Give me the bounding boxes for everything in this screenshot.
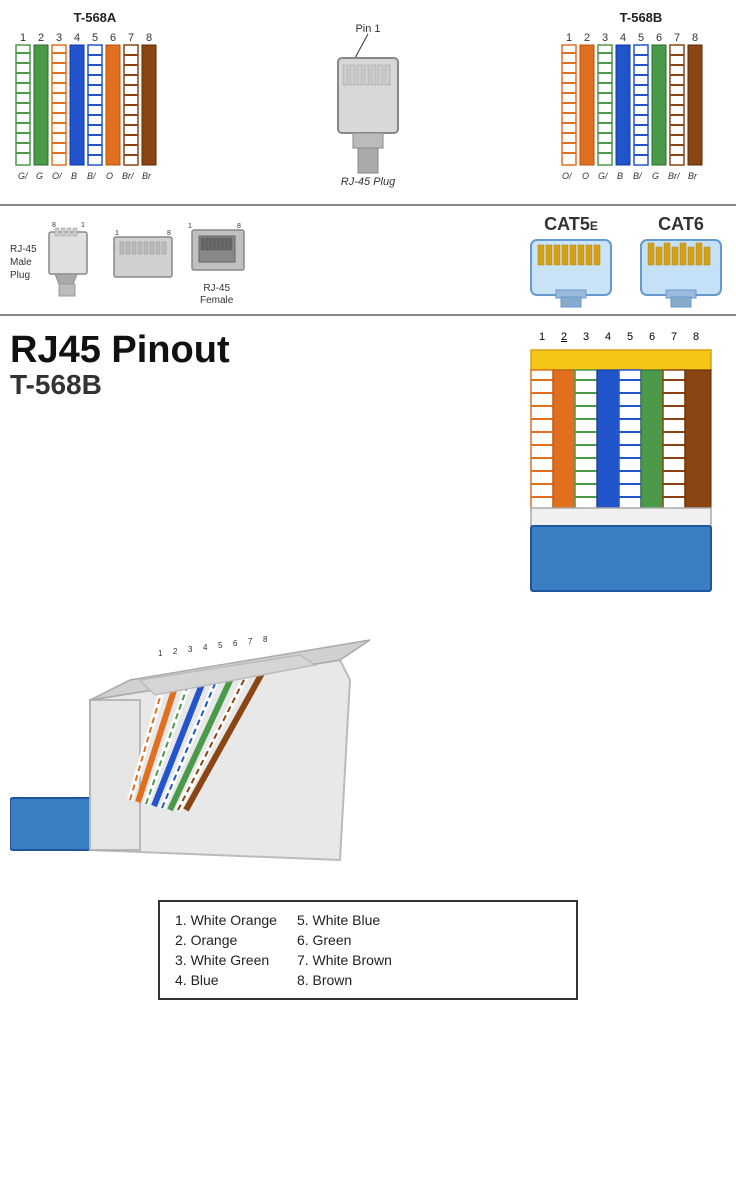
cat5e-item: CAT5E bbox=[526, 214, 616, 310]
svg-text:1: 1 bbox=[81, 222, 85, 229]
right-wire-diagram: 1 2 3 4 5 6 7 8 bbox=[526, 331, 726, 600]
cat5e-svg bbox=[526, 235, 616, 310]
svg-text:7: 7 bbox=[128, 32, 134, 44]
t568a-svg: 1 2 3 4 5 6 7 8 bbox=[10, 29, 180, 204]
svg-text:Br: Br bbox=[142, 171, 152, 181]
legend-col-right: 5. White Blue 6. Green 7 7. White Brown … bbox=[297, 912, 392, 988]
svg-text:Br/: Br/ bbox=[122, 171, 135, 181]
svg-text:G/: G/ bbox=[598, 171, 609, 181]
cat6-item: CAT6 bbox=[636, 214, 726, 310]
svg-text:8: 8 bbox=[146, 32, 152, 44]
svg-text:B/: B/ bbox=[633, 171, 643, 181]
svg-text:1: 1 bbox=[158, 649, 163, 658]
right-wire-diagram-svg bbox=[526, 345, 726, 595]
pinout-title-block: RJ45 Pinout T-568B bbox=[10, 331, 230, 401]
svg-text:Pin 1: Pin 1 bbox=[355, 23, 380, 35]
t568b-title: T-568B bbox=[620, 10, 663, 25]
svg-text:2: 2 bbox=[38, 32, 44, 44]
svg-text:8: 8 bbox=[52, 222, 56, 229]
top-section: T-568A 1 2 3 4 5 6 7 8 bbox=[0, 0, 736, 206]
svg-text:Br: Br bbox=[688, 171, 698, 181]
svg-text:B/: B/ bbox=[87, 171, 97, 181]
svg-text:6: 6 bbox=[656, 32, 662, 44]
svg-text:8: 8 bbox=[237, 223, 241, 230]
legend-item-4: 4. Blue bbox=[175, 972, 277, 988]
svg-text:7: 7 bbox=[248, 637, 253, 646]
svg-text:1: 1 bbox=[188, 223, 192, 230]
cat-section: CAT5E CAT6 bbox=[526, 214, 726, 310]
pinout-subtitle: T-568B bbox=[10, 369, 230, 401]
svg-text:1: 1 bbox=[115, 230, 119, 237]
legend-item-8: 8. Brown bbox=[297, 972, 392, 988]
legend-col-left: 1. White Orange 2. Orange 3. White Green… bbox=[175, 912, 277, 988]
legend-item-1: 1. White Orange bbox=[175, 912, 277, 928]
cat6-title: CAT6 bbox=[658, 214, 704, 235]
legend-item-5: 5. White Blue bbox=[297, 912, 392, 928]
svg-text:2: 2 bbox=[584, 32, 590, 44]
plug-front-view-svg: 1 8 bbox=[112, 222, 177, 302]
rj45-plug-center: Pin 1 RJ-45 Plug bbox=[313, 20, 423, 190]
svg-text:4: 4 bbox=[74, 32, 80, 44]
svg-text:8: 8 bbox=[692, 32, 698, 44]
svg-text:G: G bbox=[36, 171, 43, 181]
rj45-female-label: RJ-45Female bbox=[200, 283, 233, 307]
svg-text:6: 6 bbox=[233, 639, 238, 648]
big-connector-illustration: 1 2 3 4 5 6 7 8 bbox=[10, 580, 726, 890]
svg-text:O: O bbox=[106, 171, 113, 181]
svg-text:5: 5 bbox=[638, 32, 644, 44]
svg-text:B: B bbox=[617, 171, 623, 181]
svg-text:5: 5 bbox=[218, 641, 223, 650]
cat6-svg bbox=[636, 235, 726, 310]
cat5e-title: CAT5E bbox=[544, 214, 598, 235]
connectors-section: RJ-45MalePlug 8 1 1 8 bbox=[0, 206, 736, 316]
svg-text:3: 3 bbox=[188, 645, 193, 654]
svg-text:4: 4 bbox=[620, 32, 626, 44]
svg-text:8: 8 bbox=[263, 635, 268, 644]
plug-side-view-svg: 8 1 bbox=[47, 222, 102, 302]
legend-item-7-text: 7. White Brown bbox=[297, 952, 392, 968]
svg-text:1: 1 bbox=[566, 32, 572, 44]
pinout-title: RJ45 Pinout bbox=[10, 331, 230, 369]
svg-text:G: G bbox=[652, 171, 659, 181]
svg-text:4: 4 bbox=[203, 643, 208, 652]
right-pin-numbers-row: 1 2 3 4 5 6 7 8 bbox=[526, 331, 726, 343]
svg-text:O/: O/ bbox=[562, 171, 573, 181]
pinout-header-area: RJ45 Pinout T-568B 1 2 3 4 5 6 7 8 bbox=[10, 331, 726, 600]
rj45-female-item: 1 8 RJ-45Female bbox=[187, 218, 247, 307]
svg-text:2: 2 bbox=[173, 647, 178, 656]
svg-text:O: O bbox=[582, 171, 589, 181]
legend-box: 1. White Orange 2. Orange 3. White Green… bbox=[158, 900, 578, 1000]
svg-text:8: 8 bbox=[167, 230, 171, 237]
rj45-female-svg: 1 8 bbox=[187, 218, 247, 283]
big-rj45-svg: 1 2 3 4 5 6 7 8 bbox=[10, 580, 370, 890]
svg-text:6: 6 bbox=[110, 32, 116, 44]
svg-text:7: 7 bbox=[674, 32, 680, 44]
legend-item-6: 6. Green bbox=[297, 932, 392, 948]
svg-text:5: 5 bbox=[92, 32, 98, 44]
svg-text:3: 3 bbox=[56, 32, 62, 44]
rj45-male-label: RJ-45MalePlug bbox=[10, 243, 37, 282]
svg-text:Br/: Br/ bbox=[668, 171, 681, 181]
wiring-diagrams: T-568A 1 2 3 4 5 6 7 8 bbox=[10, 10, 726, 204]
bottom-section: RJ45 Pinout T-568B 1 2 3 4 5 6 7 8 bbox=[0, 316, 736, 1025]
rj45-plug-svg: Pin 1 RJ-45 Plug bbox=[313, 20, 423, 190]
svg-text:B: B bbox=[71, 171, 77, 181]
svg-text:O/: O/ bbox=[52, 171, 63, 181]
svg-text:3: 3 bbox=[602, 32, 608, 44]
legend-item-3: 3. White Green bbox=[175, 952, 277, 968]
svg-text:G/: G/ bbox=[18, 171, 29, 181]
legend-item-2: 2. Orange bbox=[175, 932, 277, 948]
svg-text:RJ-45 Plug: RJ-45 Plug bbox=[341, 176, 396, 188]
t568a-title: T-568A bbox=[74, 10, 117, 25]
t568b-svg: 1 2 3 4 5 6 7 8 bbox=[556, 29, 726, 204]
t568a-diagram: T-568A 1 2 3 4 5 6 7 8 bbox=[10, 10, 180, 204]
svg-text:1: 1 bbox=[20, 32, 26, 44]
t568b-diagram: T-568B 1 2 3 4 5 6 7 8 bbox=[556, 10, 726, 204]
